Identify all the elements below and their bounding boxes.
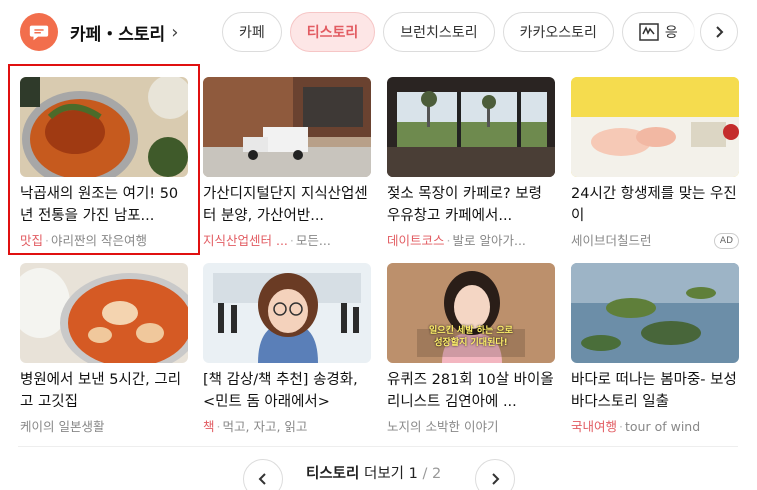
card-meta: 데이트코스 · 발로 알아가... <box>387 232 555 250</box>
illustration-image <box>203 263 371 363</box>
prev-page-button[interactable] <box>243 459 283 490</box>
stew-image <box>20 77 188 177</box>
card[interactable]: 병원에서 보낸 5시간, 그리고 고깃집 케이의 일본생활 <box>20 263 188 436</box>
separator-dot: · <box>216 419 221 434</box>
chip-label: 응 <box>664 25 678 41</box>
header: 카페・스토리 › 카페 티스토리 브런치스토리 카카오스토리 응 <box>0 0 757 64</box>
separator-dot: · <box>45 233 49 248</box>
card-category[interactable]: 국내여행 <box>571 419 617 434</box>
food-image <box>20 263 188 363</box>
chip-label: 카페 <box>239 25 265 41</box>
thumbnail-caption: 일으킨 세발 하는 으로 성장할지 기대된다! <box>429 326 513 348</box>
card-meta: 노지의 소박한 이야기 <box>387 418 555 436</box>
card-meta: 국내여행 · tour of wind <box>571 418 739 436</box>
pager-label[interactable]: 티스토리 <box>306 466 359 482</box>
card[interactable]: 젖소 목장이 카페로? 보령 우유창고 카페에서... 데이트코스 · 발로 알아가… <box>387 77 555 250</box>
card-source[interactable]: 먹고, 자고, 읽고 <box>223 419 308 434</box>
category-chips: 카페 티스토리 브런치스토리 카카오스토리 응 <box>222 12 702 54</box>
separator-dot: · <box>619 419 623 434</box>
card[interactable]: 낙곱새의 원조는 여기! 50년 전통을 가진 남포... 맛집 · 야리짠의 작은… <box>20 77 188 250</box>
card-thumbnail[interactable] <box>20 263 188 363</box>
card-title[interactable]: 24시간 항생제를 맞는 우진이 <box>571 183 739 227</box>
card[interactable]: 일으킨 세발 하는 으로 성장할지 기대된다! 유퀴즈 281회 10살 바이올… <box>387 263 555 436</box>
card-thumbnail[interactable] <box>203 77 371 177</box>
pager-current: 1 <box>408 466 418 482</box>
card-meta: 맛집 · 야리짠의 작은여행 <box>20 232 188 250</box>
card-source[interactable]: 발로 알아가... <box>453 233 526 248</box>
chip-tistory[interactable]: 티스토리 <box>289 12 376 52</box>
card-source[interactable]: 모든... <box>296 233 331 248</box>
card-source[interactable]: 노지의 소박한 이야기 <box>387 419 498 434</box>
card-thumbnail[interactable] <box>571 77 739 177</box>
card-title[interactable]: 젖소 목장이 카페로? 보령 우유창고 카페에서... <box>387 183 555 227</box>
chip-label: 브런치스토리 <box>400 25 478 41</box>
chevron-right-icon <box>492 473 500 485</box>
card-source[interactable]: 케이의 일본생활 <box>20 419 104 434</box>
chip-label: 카카오스토리 <box>519 25 597 41</box>
chip-more[interactable]: 응 <box>621 12 695 52</box>
chip-label: 티스토리 <box>306 25 359 41</box>
card-title[interactable]: 바다로 떠나는 봄마중- 보성 바다스토리 일출 <box>571 369 739 413</box>
chevron-right-icon <box>716 26 724 38</box>
card-meta: 지식산업센터 ... · 모든... <box>203 232 371 250</box>
card-category[interactable]: 책 <box>203 419 215 434</box>
card-category[interactable]: 데이트코스 <box>387 233 445 248</box>
building-image <box>203 77 371 177</box>
sea-rocks-image <box>571 263 739 363</box>
cafe-window-image <box>387 77 555 177</box>
card-title[interactable]: 가산디지털단지 지식산업센터 분양, 가산어반... <box>203 183 371 227</box>
chips-next-button[interactable] <box>700 13 738 51</box>
card-title[interactable]: [책 감상/책 추천] 송경화, <민트 돔 아래에서> <box>203 369 371 413</box>
card-thumbnail[interactable] <box>387 77 555 177</box>
card-title[interactable]: 병원에서 보낸 5시간, 그리고 고깃집 <box>20 369 188 413</box>
card-category[interactable]: 지식산업센터 ... <box>203 233 288 248</box>
section-title[interactable]: 카페・스토리 › <box>70 20 178 45</box>
card-source[interactable]: 야리짠의 작은여행 <box>51 233 147 248</box>
card-meta: 세이브더칠드런 AD <box>571 232 739 250</box>
pager-total: 2 <box>431 466 442 482</box>
divider <box>18 446 738 447</box>
separator-dot: · <box>289 233 294 248</box>
chip-cafe[interactable]: 카페 <box>222 12 282 52</box>
chip-brunch[interactable]: 브런치스토리 <box>383 12 495 52</box>
pager-more[interactable]: 더보기 <box>364 466 404 482</box>
pagination: 티스토리 더보기 1 / 2 <box>0 459 757 490</box>
news-icon <box>639 23 659 41</box>
card-title[interactable]: 낙곱새의 원조는 여기! 50년 전통을 가진 남포... <box>20 183 188 227</box>
card-thumbnail[interactable]: 일으킨 세발 하는 으로 성장할지 기대된다! <box>387 263 555 363</box>
card-source[interactable]: 세이브더칠드런 <box>571 233 652 248</box>
kakao-story-logo[interactable] <box>20 13 58 51</box>
separator-dot: · <box>446 233 451 248</box>
pager-text: 티스토리 더보기 1 / 2 <box>306 462 441 483</box>
card[interactable]: 24시간 항생제를 맞는 우진이 세이브더칠드런 AD <box>571 77 739 250</box>
card-source[interactable]: tour of wind <box>625 419 700 434</box>
section-title-label: 카페・스토리 <box>70 25 166 45</box>
speech-bubble-icon <box>29 25 49 41</box>
card-thumbnail[interactable] <box>203 263 371 363</box>
pager-sep: / <box>422 466 428 482</box>
card[interactable]: [책 감상/책 추천] 송경화, <민트 돔 아래에서> 책 · 먹고, 자고, 읽… <box>203 263 371 436</box>
baby-image <box>571 77 739 177</box>
chevron-left-icon <box>258 473 266 485</box>
card-thumbnail[interactable] <box>20 77 188 177</box>
card[interactable]: 바다로 떠나는 봄마중- 보성 바다스토리 일출 국내여행 · tour of wi… <box>571 263 739 436</box>
card-thumbnail[interactable] <box>571 263 739 363</box>
card[interactable]: 가산디지털단지 지식산업센터 분양, 가산어반... 지식산업센터 ... · 모든… <box>203 77 371 250</box>
card-meta: 책 · 먹고, 자고, 읽고 <box>203 418 371 436</box>
chevron-right-icon: › <box>171 22 179 43</box>
card-meta: 케이의 일본생활 <box>20 418 188 436</box>
card-category[interactable]: 맛집 <box>20 233 43 248</box>
chip-kakaostory[interactable]: 카카오스토리 <box>502 12 614 52</box>
next-page-button[interactable] <box>475 459 515 490</box>
ad-badge: AD <box>713 233 739 249</box>
card-title[interactable]: 유퀴즈 281회 10살 바이올리니스트 김연아에 ... <box>387 369 555 413</box>
